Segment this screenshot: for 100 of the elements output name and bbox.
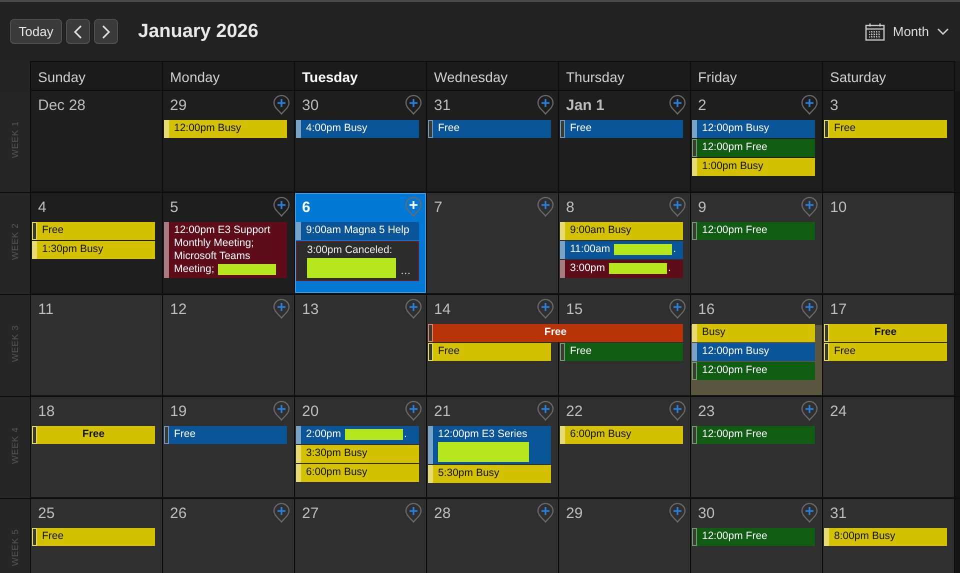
calendar-event[interactable]: 12:00pm Busy — [692, 343, 815, 361]
calendar-event[interactable]: 12:00pm Free — [692, 139, 815, 157]
calendar-event[interactable]: Free — [824, 120, 947, 138]
calendar-event[interactable]: Free — [428, 343, 551, 361]
calendar-event[interactable]: 5:30pm Busy — [428, 465, 551, 483]
add-event-icon[interactable] — [801, 197, 818, 217]
day-cell[interactable] — [163, 295, 295, 395]
chevron-left-icon — [73, 24, 83, 38]
calendar-event[interactable]: 1:00pm Busy — [692, 158, 815, 176]
calendar-icon — [864, 22, 885, 40]
add-event-icon[interactable] — [273, 299, 290, 319]
calendar-event[interactable]: 12:00pm Free — [692, 426, 815, 444]
day-number: Jan 1 — [566, 97, 604, 114]
day-number: 11 — [38, 301, 54, 318]
add-event-icon[interactable] — [801, 299, 818, 319]
day-cell[interactable] — [31, 295, 163, 395]
day-number: 23 — [698, 403, 715, 420]
day-number: 4 — [38, 199, 46, 216]
day-number: 25 — [38, 505, 55, 522]
day-cell[interactable] — [559, 499, 691, 573]
calendar-event[interactable]: 4:00pm Busy — [296, 120, 419, 138]
add-event-icon[interactable] — [801, 401, 818, 421]
day-number: 17 — [830, 301, 847, 318]
calendar-event[interactable]: 12:00pm Busy — [692, 120, 815, 138]
calendar-event[interactable]: 6:00pm Busy — [296, 464, 419, 482]
day-cell[interactable] — [163, 499, 295, 573]
add-event-icon[interactable] — [801, 95, 818, 115]
day-cell[interactable] — [31, 91, 163, 191]
add-event-icon[interactable] — [669, 95, 686, 115]
calendar-event[interactable]: Free — [824, 324, 947, 342]
weekday-header: Thursday — [559, 61, 691, 91]
calendar-event[interactable]: 12:00pm E3 Support Monthly Meeting; Microsoft Teams Meeting; — [164, 222, 287, 278]
calendar-event[interactable]: Free — [32, 426, 155, 444]
previous-button[interactable] — [66, 19, 90, 44]
next-button[interactable] — [94, 19, 118, 44]
calendar-event[interactable]: Free — [560, 120, 683, 138]
calendar-event[interactable]: 8:00pm Busy — [824, 528, 947, 546]
add-event-icon[interactable] — [537, 95, 554, 115]
calendar-event[interactable]: Free — [824, 343, 947, 361]
view-switch-button[interactable]: Month — [864, 22, 949, 40]
add-event-icon[interactable] — [669, 503, 686, 523]
day-number: 26 — [170, 505, 187, 522]
calendar-event[interactable]: Free — [32, 528, 155, 546]
weekday-header: Monday — [163, 61, 295, 91]
add-event-icon[interactable] — [669, 401, 686, 421]
calendar-event[interactable]: Free — [428, 324, 683, 342]
add-event-icon[interactable] — [273, 401, 290, 421]
calendar-event[interactable]: 12:00pm Free — [692, 528, 815, 546]
add-event-icon[interactable] — [801, 503, 818, 523]
day-number: 21 — [434, 403, 451, 420]
today-button[interactable]: Today — [10, 19, 62, 44]
day-number: 29 — [566, 505, 583, 522]
day-number: 19 — [170, 403, 187, 420]
weekday-header: Friday — [691, 61, 823, 91]
add-event-icon[interactable] — [537, 503, 554, 523]
calendar-event[interactable]: Busy — [692, 324, 815, 342]
calendar-event[interactable]: 11:00am . — [560, 241, 683, 259]
day-number: 9 — [698, 199, 706, 216]
day-number: 20 — [302, 403, 319, 420]
day-cell[interactable] — [427, 499, 559, 573]
day-number: 27 — [302, 505, 319, 522]
add-event-icon[interactable] — [273, 503, 290, 523]
calendar-event[interactable]: 6:00pm Busy — [560, 426, 683, 444]
day-number: 2 — [698, 97, 706, 114]
add-event-icon[interactable] — [405, 197, 422, 217]
day-cell[interactable] — [295, 295, 427, 395]
add-event-icon[interactable] — [669, 299, 686, 319]
add-event-icon[interactable] — [405, 503, 422, 523]
calendar-event[interactable]: Free — [32, 222, 155, 240]
add-event-icon[interactable] — [669, 197, 686, 217]
add-event-icon[interactable] — [273, 95, 290, 115]
calendar-event[interactable]: 12:00pm E3 Series — [428, 426, 551, 464]
day-cell[interactable] — [823, 193, 955, 293]
calendar-event[interactable]: 3:00pm . — [560, 260, 683, 278]
day-number: 8 — [566, 199, 574, 216]
weekday-header: Saturday — [823, 61, 955, 91]
add-event-icon[interactable] — [273, 197, 290, 217]
day-cell[interactable] — [823, 397, 955, 497]
calendar-event[interactable]: 2:00pm . — [296, 426, 419, 444]
calendar-event[interactable]: 9:00am Busy — [560, 222, 683, 240]
calendar-event[interactable]: 3:30pm Busy — [296, 445, 419, 463]
calendar-event[interactable]: Free — [560, 343, 683, 361]
calendar-event[interactable]: 12:00pm Busy — [164, 120, 287, 138]
day-cell[interactable] — [427, 193, 559, 293]
day-number: 6 — [302, 199, 310, 216]
add-event-icon[interactable] — [537, 401, 554, 421]
calendar-event[interactable]: 3:00pm Canceled: … — [296, 241, 419, 281]
day-number: 24 — [830, 403, 847, 420]
add-event-icon[interactable] — [537, 197, 554, 217]
calendar-event[interactable]: 12:00pm Free — [692, 222, 815, 240]
calendar-event[interactable]: Free — [164, 426, 287, 444]
add-event-icon[interactable] — [405, 401, 422, 421]
add-event-icon[interactable] — [537, 299, 554, 319]
calendar-event[interactable]: 9:00am Magna 5 Help — [296, 222, 419, 240]
calendar-event[interactable]: 1:30pm Busy — [32, 241, 155, 259]
add-event-icon[interactable] — [405, 95, 422, 115]
calendar-event[interactable]: 12:00pm Free — [692, 362, 815, 380]
add-event-icon[interactable] — [405, 299, 422, 319]
day-cell[interactable] — [295, 499, 427, 573]
calendar-event[interactable]: Free — [428, 120, 551, 138]
